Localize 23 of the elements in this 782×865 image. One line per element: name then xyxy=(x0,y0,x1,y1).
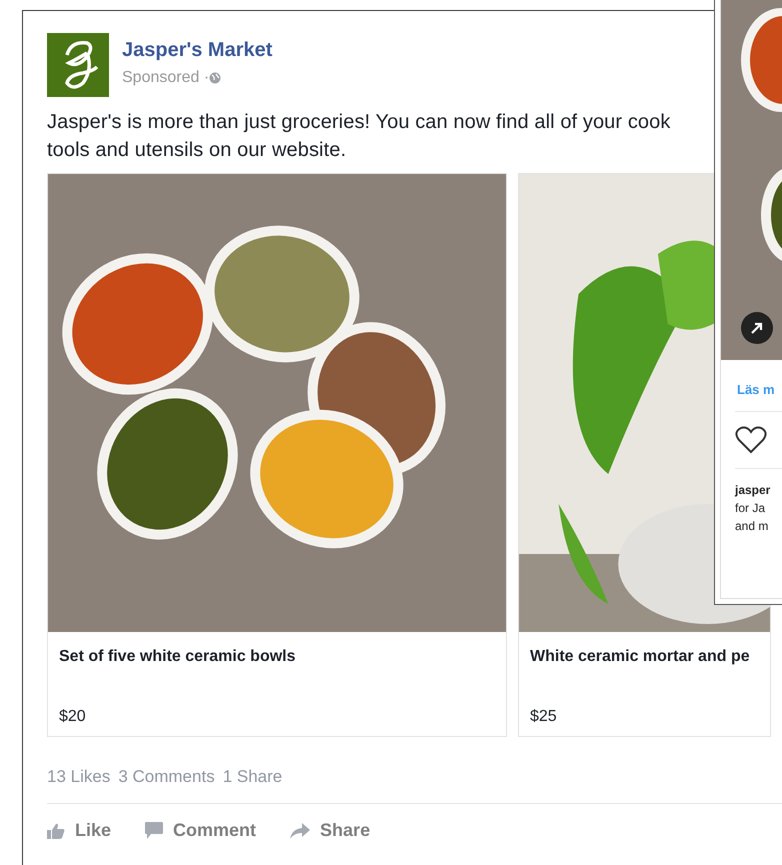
product-card[interactable]: Set of five white ceramic bowls $20 xyxy=(47,173,507,737)
product-price: $25 xyxy=(530,708,558,726)
thumbs-up-icon xyxy=(47,822,65,838)
logo-icon xyxy=(47,33,109,97)
engagement-count-link[interactable]: 1 Share xyxy=(222,767,282,787)
like-button[interactable]: Like xyxy=(47,820,112,841)
product-title: White ceramic mortar and pe xyxy=(530,648,751,666)
comment-button[interactable]: Comment xyxy=(145,820,256,841)
sponsored-label: Sponsored · xyxy=(122,69,210,87)
heart-icon[interactable] xyxy=(735,426,767,454)
speech-bubble-icon xyxy=(145,822,164,839)
share-button[interactable]: Share xyxy=(290,820,370,841)
page-name-link[interactable]: Jasper's Market xyxy=(122,39,272,62)
caption-text-line: and m xyxy=(735,518,770,535)
product-price: $20 xyxy=(59,708,87,726)
engagement-count-link[interactable]: 13 Likes xyxy=(47,767,110,787)
engagement-count-link[interactable]: 3 Comments xyxy=(118,767,215,787)
share-arrow-icon xyxy=(290,822,310,838)
post-text-line: tools and utensils on our website. xyxy=(47,138,348,163)
product-title: Set of five white ceramic bowls xyxy=(59,648,297,666)
caption-text-line: for Ja xyxy=(735,500,766,517)
external-link-icon[interactable] xyxy=(741,312,773,344)
post-text-line: Jasper's is more than just groceries! You can now find all of your cook xyxy=(47,110,672,135)
